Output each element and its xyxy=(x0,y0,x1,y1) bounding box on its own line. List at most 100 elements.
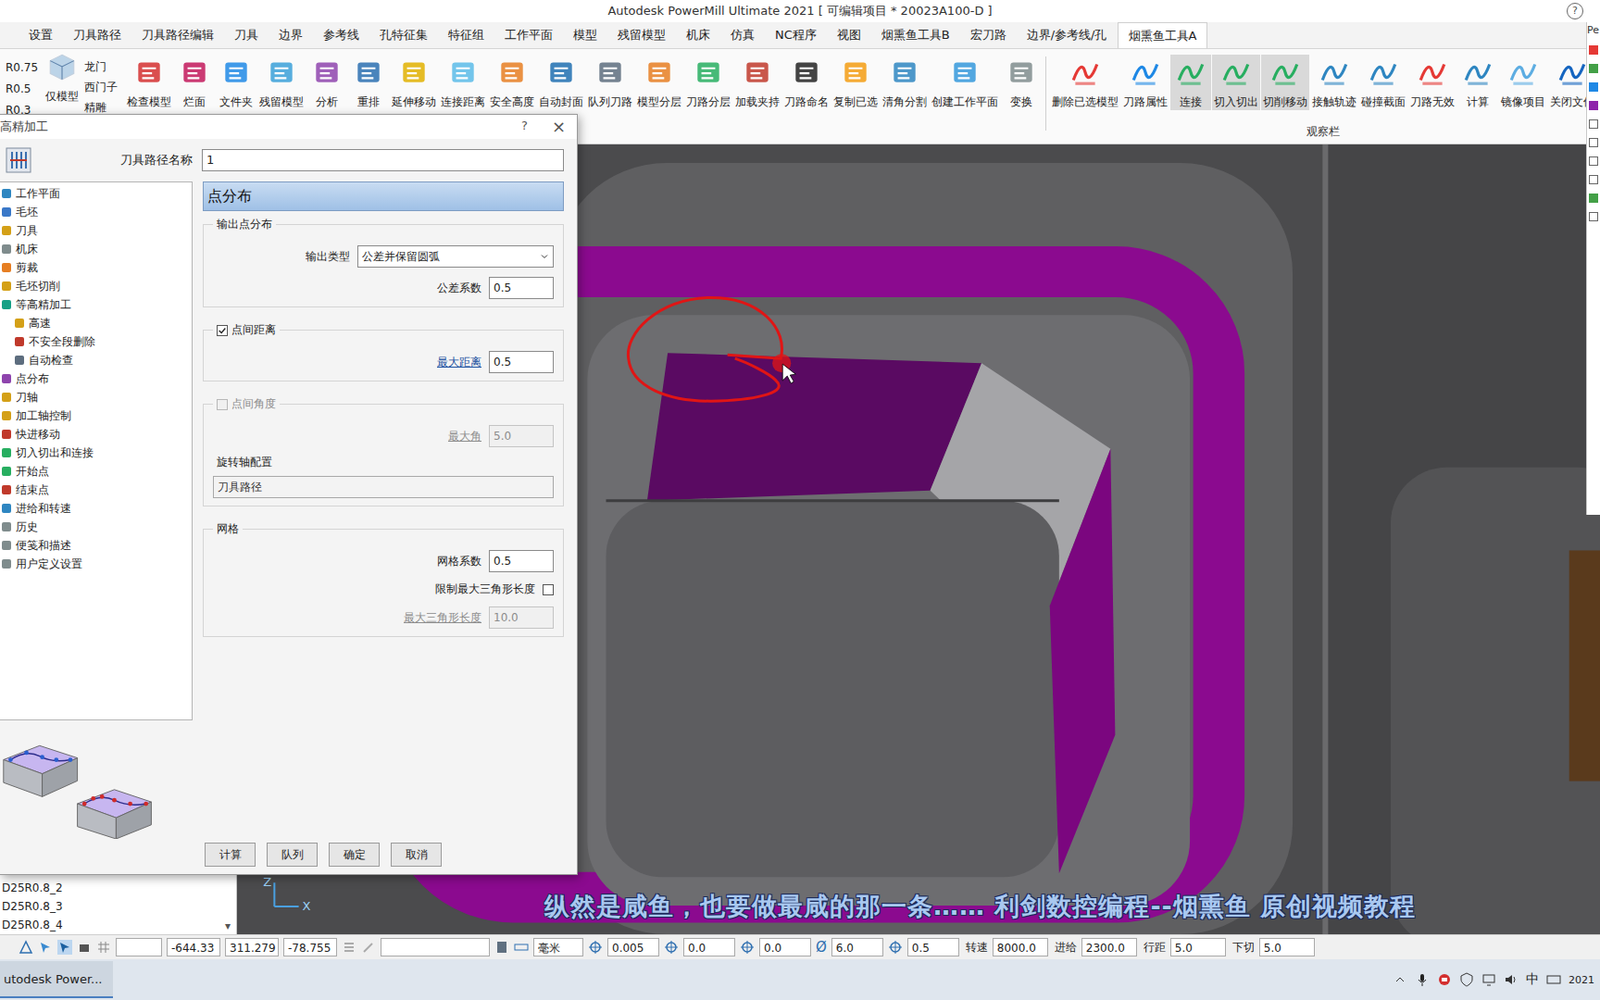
ribbon-tab[interactable]: 边界/参考线/孔 xyxy=(1016,22,1118,49)
coordinate-field[interactable]: -78.755 xyxy=(283,937,338,957)
ribbon-button[interactable]: 镜像项目 xyxy=(1499,54,1548,111)
ribbon-button[interactable]: 分析 xyxy=(306,54,348,111)
max-distance-link[interactable]: 最大距离 xyxy=(437,354,482,371)
ribbon-tab[interactable]: 孔特征集 xyxy=(369,22,438,49)
chevron-icon[interactable] xyxy=(1392,972,1408,988)
ribbon-button[interactable]: 碰撞截面 xyxy=(1359,54,1408,111)
ribbon-button[interactable]: 刀路属性 xyxy=(1121,54,1170,111)
workplane-icon[interactable] xyxy=(76,939,92,955)
param-field[interactable]: 0.5 xyxy=(907,937,960,957)
ribbon-button[interactable]: 清角分割 xyxy=(880,54,929,111)
tree-item[interactable]: 毛坯切削 xyxy=(0,276,192,296)
tree-item[interactable]: 自动检查 xyxy=(0,350,192,370)
tree-item[interactable]: 刀具 xyxy=(0,221,192,240)
side-tool-icon[interactable] xyxy=(1588,137,1599,148)
ribbon-tab[interactable]: NC程序 xyxy=(764,22,827,49)
tree-item[interactable]: 快进移动 xyxy=(0,425,192,444)
calculator-icon[interactable] xyxy=(494,939,510,955)
ribbon-button[interactable]: 检查模型 xyxy=(125,54,174,111)
ribbon-tab[interactable]: 特征组 xyxy=(437,22,495,49)
ribbon-button[interactable]: 变换 xyxy=(1000,54,1042,111)
pen-icon[interactable] xyxy=(361,939,376,955)
ribbon-button[interactable]: 计算 xyxy=(1457,54,1499,111)
ribbon-tab[interactable]: 仿真 xyxy=(720,22,765,49)
rotary-axis-field[interactable]: 刀具路径 xyxy=(212,475,554,499)
side-tool-icon[interactable] xyxy=(1588,175,1599,185)
ribbon-button[interactable]: 连接 xyxy=(1170,54,1212,111)
ribbon-tab[interactable]: 设置 xyxy=(18,22,63,49)
pick-icon[interactable] xyxy=(37,939,53,955)
machine-item[interactable]: 西门子 xyxy=(84,78,118,96)
ribbon-button[interactable]: 复制已选 xyxy=(831,54,880,111)
tree-item[interactable]: 历史 xyxy=(0,517,192,537)
status-field[interactable] xyxy=(380,937,490,957)
toolpath-strategy-icon[interactable] xyxy=(5,147,32,174)
feed-field[interactable]: 5.0 xyxy=(1259,937,1315,957)
ribbon-button[interactable]: 仅模型 xyxy=(41,49,83,105)
tree-item[interactable]: 剪裁 xyxy=(0,258,192,277)
dialog-button[interactable]: 计算 xyxy=(204,842,256,867)
side-tool-icon[interactable] xyxy=(1588,193,1599,203)
taskbar-app[interactable]: utodesk Power... xyxy=(0,961,113,999)
explorer-item[interactable]: D25R0.8_4 xyxy=(0,915,214,935)
side-tool-icon[interactable] xyxy=(1588,119,1599,129)
ribbon-tab[interactable]: 残留模型 xyxy=(607,22,676,49)
tree-item[interactable]: 用户定义设置 xyxy=(0,554,192,574)
side-tool-icon[interactable] xyxy=(1588,82,1599,92)
side-tool-icon[interactable] xyxy=(1588,45,1599,55)
dialog-close-button[interactable]: × xyxy=(551,118,566,136)
ribbon-button[interactable]: 加载夹持 xyxy=(733,54,782,111)
snap-icon[interactable] xyxy=(18,939,34,955)
record-icon[interactable] xyxy=(1437,972,1452,988)
ribbon-tab[interactable]: 烟熏鱼工具A xyxy=(1117,22,1209,49)
max-angle-link[interactable]: 最大角 xyxy=(448,428,482,445)
explorer-item[interactable]: D25R0.8_2 xyxy=(0,878,214,898)
tolerance-input[interactable]: 0.5 xyxy=(488,276,554,300)
ribbon-button[interactable]: 切入切出 xyxy=(1212,54,1261,111)
param-field[interactable]: 6.0 xyxy=(831,937,884,957)
tree-item[interactable]: 刀轴 xyxy=(0,387,192,407)
microphone-icon[interactable] xyxy=(1414,972,1430,988)
side-tool-icon[interactable] xyxy=(1588,100,1599,111)
dialog-button[interactable]: 取消 xyxy=(390,842,442,867)
tree-item[interactable]: 进给和转速 xyxy=(0,499,192,518)
feed-field[interactable]: 2300.0 xyxy=(1081,937,1138,957)
tree-item[interactable]: 结束点 xyxy=(0,480,192,500)
list-icon[interactable] xyxy=(341,939,357,955)
ribbon-tab[interactable]: 刀具 xyxy=(224,22,269,49)
ribbon-tab[interactable]: 模型 xyxy=(562,22,608,49)
feed-field[interactable]: 8000.0 xyxy=(992,937,1049,957)
tree-item[interactable]: 加工轴控制 xyxy=(0,406,192,425)
input-method[interactable]: 中 xyxy=(1525,971,1539,988)
keyboard-icon[interactable] xyxy=(1546,972,1562,988)
ribbon-button[interactable]: 接触轨迹 xyxy=(1310,54,1359,111)
ribbon-button[interactable]: 残留模型 xyxy=(257,54,306,111)
ribbon-tab[interactable]: 参考线 xyxy=(312,22,370,49)
max-distance-input[interactable]: 0.5 xyxy=(488,350,554,374)
ribbon-tab[interactable]: 工作平面 xyxy=(494,22,563,49)
explorer-item[interactable]: D25R0.8_3 xyxy=(0,897,214,916)
ruler-icon[interactable] xyxy=(513,939,529,955)
limit-length-checkbox[interactable] xyxy=(542,584,554,596)
radius-item[interactable]: R0.5 xyxy=(5,81,38,98)
ribbon-button[interactable]: 烂面 xyxy=(174,54,215,111)
ribbon-button[interactable]: 安全高度 xyxy=(487,54,537,111)
side-tool-icon[interactable] xyxy=(1588,212,1599,222)
ribbon-tab[interactable]: 宏刀路 xyxy=(960,22,1017,49)
output-type-dropdown[interactable]: 公差并保留圆弧 xyxy=(357,245,554,268)
ribbon-button[interactable]: 切削移动 xyxy=(1261,54,1310,111)
ribbon-tab[interactable]: 刀具路径 xyxy=(62,22,132,49)
ribbon-tab[interactable]: 视图 xyxy=(826,22,872,49)
ribbon-tab[interactable]: 刀具路径编辑 xyxy=(131,22,225,49)
ribbon-button[interactable]: 文件夹 xyxy=(215,54,257,111)
tree-item[interactable]: 不安全段删除 xyxy=(0,332,192,351)
dialog-button[interactable]: 队列 xyxy=(266,842,318,867)
param-field[interactable]: 0.0 xyxy=(759,937,812,957)
max-triangle-input[interactable]: 10.0 xyxy=(488,606,554,629)
ribbon-button[interactable]: 重排 xyxy=(348,54,389,111)
coordinate-field[interactable]: -644.33 xyxy=(166,937,221,957)
ribbon-button[interactable]: 刀路命名 xyxy=(782,54,831,111)
angle-checkbox[interactable] xyxy=(216,399,228,411)
ribbon-button[interactable]: 创建工作平面 xyxy=(929,54,1000,111)
ribbon-tab[interactable]: 边界 xyxy=(268,22,313,49)
